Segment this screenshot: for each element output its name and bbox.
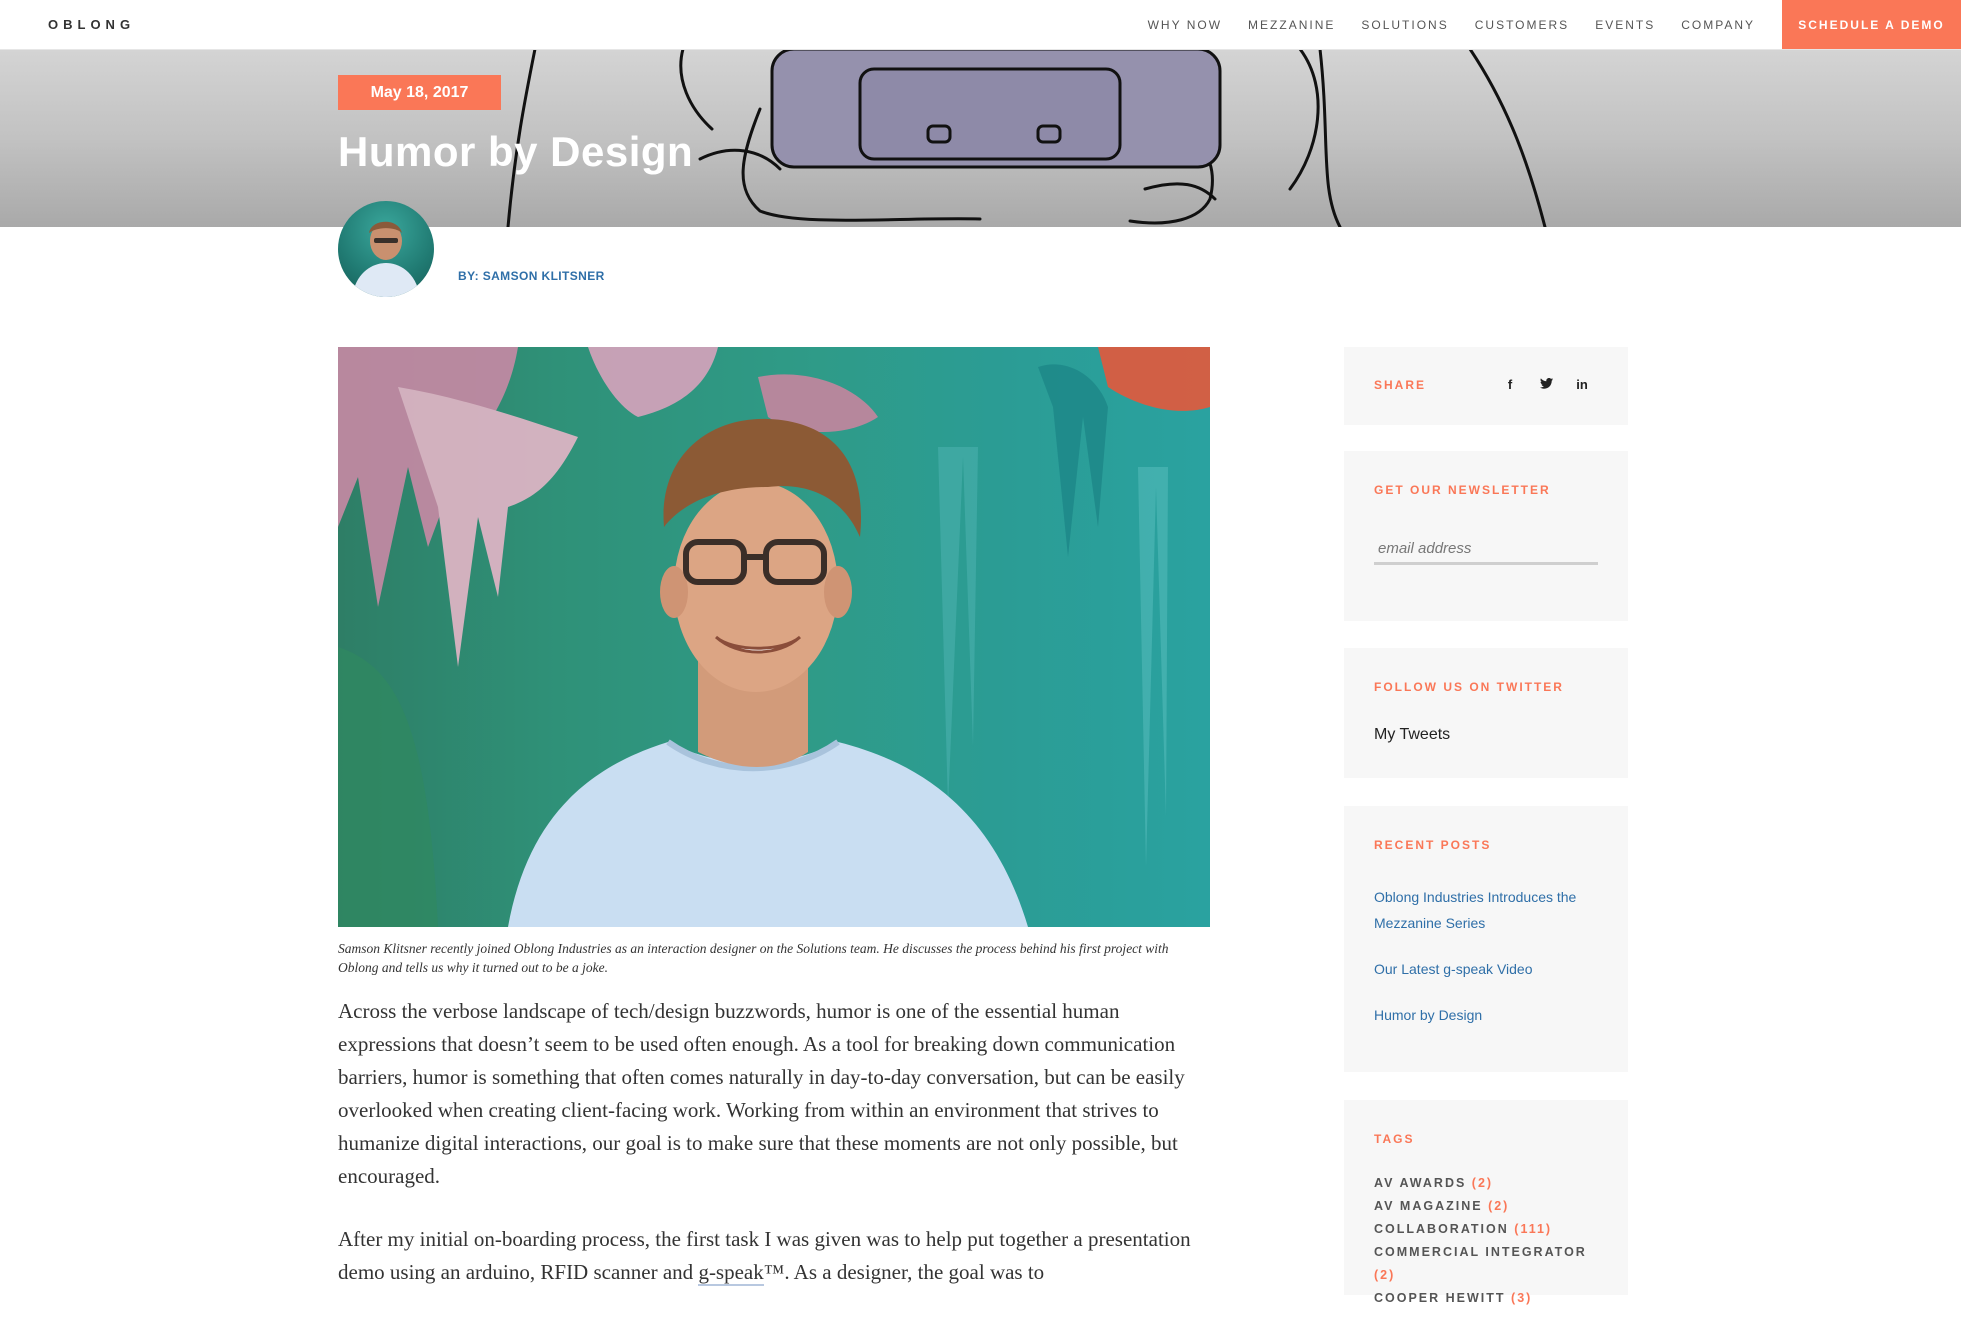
article-paragraph: After my initial on-boarding process, th… [338,1223,1210,1289]
tag-label: COMMERCIAL INTEGRATOR [1374,1245,1587,1259]
article-body: Across the verbose landscape of tech/des… [338,995,1210,1319]
tag-link[interactable]: COMMERCIAL INTEGRATOR (2) [1374,1241,1604,1287]
tags-widget: TAGS AV AWARDS (2) AV MAGAZINE (2) COLLA… [1344,1100,1628,1305]
post-date-badge: May 18, 2017 [338,75,501,110]
tag-link[interactable]: AV MAGAZINE (2) [1374,1195,1604,1218]
my-tweets-link[interactable]: My Tweets [1374,726,1450,744]
nav-company[interactable]: COMPANY [1681,18,1755,32]
tag-link[interactable]: COLLABORATION (111) [1374,1218,1604,1241]
feature-photo [338,347,1210,927]
photo-caption: Samson Klitsner recently joined Oblong I… [338,941,1169,975]
nav-mezzanine[interactable]: MEZZANINE [1248,18,1335,32]
recent-post-link[interactable]: Oblong Industries Introduces the Mezzani… [1374,884,1604,936]
email-field[interactable] [1374,535,1598,565]
hero-illustration [506,49,1547,227]
recent-post-link[interactable]: Humor by Design [1374,1002,1604,1028]
g-speak-link[interactable]: g-speak [698,1260,764,1286]
nav-customers[interactable]: CUSTOMERS [1475,18,1569,32]
post-title: Humor by Design [338,128,694,175]
nav-solutions[interactable]: SOLUTIONS [1361,18,1448,32]
twitter-icon[interactable] [1528,377,1564,392]
recent-posts-list: Oblong Industries Introduces the Mezzani… [1374,884,1604,1048]
share-widget: SHARE f in [1344,347,1628,425]
tag-label: COLLABORATION [1374,1222,1509,1236]
tag-count: (3) [1511,1291,1533,1305]
nav-why-now[interactable]: WHY NOW [1148,18,1222,32]
recent-posts-widget: RECENT POSTS Oblong Industries Introduce… [1344,806,1628,1072]
twitter-title: FOLLOW US ON TWITTER [1374,680,1564,694]
feature-photo-illustration [338,347,1210,927]
tag-count: (2) [1374,1268,1396,1282]
newsletter-widget: GET OUR NEWSLETTER [1344,451,1628,621]
linkedin-icon[interactable]: in [1564,377,1600,392]
recent-post-link[interactable]: Our Latest g-speak Video [1374,956,1604,982]
tag-label: AV MAGAZINE [1374,1199,1483,1213]
facebook-icon[interactable]: f [1492,377,1528,392]
hero-banner [0,49,1961,227]
author-avatar[interactable] [338,201,434,297]
tag-count: (2) [1471,1176,1494,1190]
article-paragraph: Across the verbose landscape of tech/des… [338,999,1185,1188]
oblong-logo[interactable]: OBLONG [48,17,135,32]
twitter-widget: FOLLOW US ON TWITTER My Tweets [1344,648,1628,778]
author-byline[interactable]: BY: SAMSON KLITSNER [458,269,605,283]
schedule-demo-button[interactable]: SCHEDULE A DEMO [1782,0,1961,49]
top-nav: OBLONG WHY NOW MEZZANINE SOLUTIONS CUSTO… [0,0,1961,50]
tag-count: (2) [1488,1199,1510,1213]
share-title: SHARE [1374,378,1427,392]
newsletter-title: GET OUR NEWSLETTER [1374,483,1551,497]
tag-label: AV AWARDS [1374,1176,1467,1190]
recent-posts-title: RECENT POSTS [1374,838,1492,852]
share-icons: f in [1492,377,1600,392]
tags-list: AV AWARDS (2) AV MAGAZINE (2) COLLABORAT… [1374,1172,1604,1310]
tags-title: TAGS [1374,1132,1415,1146]
nav-events[interactable]: EVENTS [1595,18,1655,32]
author-avatar-illustration [352,221,420,297]
tag-count: (111) [1514,1222,1553,1236]
article-paragraph-text: ™. As a designer, the goal was to [763,1260,1045,1284]
tag-link[interactable]: COOPER HEWITT (3) [1374,1287,1604,1310]
main-nav: WHY NOW MEZZANINE SOLUTIONS CUSTOMERS EV… [1122,0,1755,49]
tag-link[interactable]: AV AWARDS (2) [1374,1172,1604,1195]
tag-label: COOPER HEWITT [1374,1291,1506,1305]
